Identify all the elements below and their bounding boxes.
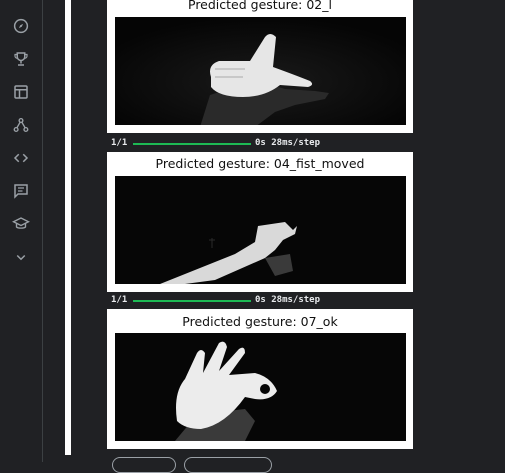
- progress-bar: [133, 143, 251, 145]
- compass-icon[interactable]: [0, 14, 42, 38]
- trophy-icon[interactable]: [0, 47, 42, 71]
- cell-action-button-2[interactable]: [184, 457, 272, 473]
- cell-action-button-1[interactable]: [112, 457, 176, 473]
- progress-line-2: 1/1 0s 28ms/step: [111, 295, 431, 307]
- gesture-output-3: Predicted gesture: 07_ok: [107, 309, 413, 449]
- progress-count: 1/1: [111, 295, 128, 305]
- gesture-output-2: Predicted gesture: 04_fist_moved: [107, 152, 413, 292]
- progress-bar: [133, 300, 251, 302]
- code-icon[interactable]: [0, 146, 42, 170]
- left-sidebar: [0, 0, 43, 462]
- progress-count: 1/1: [111, 138, 128, 148]
- output-title: Predicted gesture: 07_ok: [182, 314, 338, 329]
- model-icon[interactable]: [0, 113, 42, 137]
- table-icon[interactable]: [0, 80, 42, 104]
- output-title: Predicted gesture: 04_fist_moved: [155, 156, 365, 171]
- gesture-photo: [115, 17, 406, 125]
- progress-timing: 0s 28ms/step: [255, 138, 321, 148]
- discussion-icon[interactable]: [0, 179, 42, 203]
- progress-timing: 0s 28ms/step: [255, 295, 321, 305]
- gesture-photo: [115, 333, 406, 441]
- learn-icon[interactable]: [0, 212, 42, 236]
- progress-bar-fill: [133, 143, 251, 145]
- expand-more-icon[interactable]: [0, 245, 42, 269]
- progress-line-1: 1/1 0s 28ms/step: [111, 138, 431, 150]
- gesture-output-1: Predicted gesture: 02_l: [107, 0, 413, 133]
- gesture-photo: [115, 176, 406, 284]
- cell-left-border: [65, 0, 71, 455]
- progress-bar-fill: [133, 300, 251, 302]
- output-title: Predicted gesture: 02_l: [188, 0, 332, 12]
